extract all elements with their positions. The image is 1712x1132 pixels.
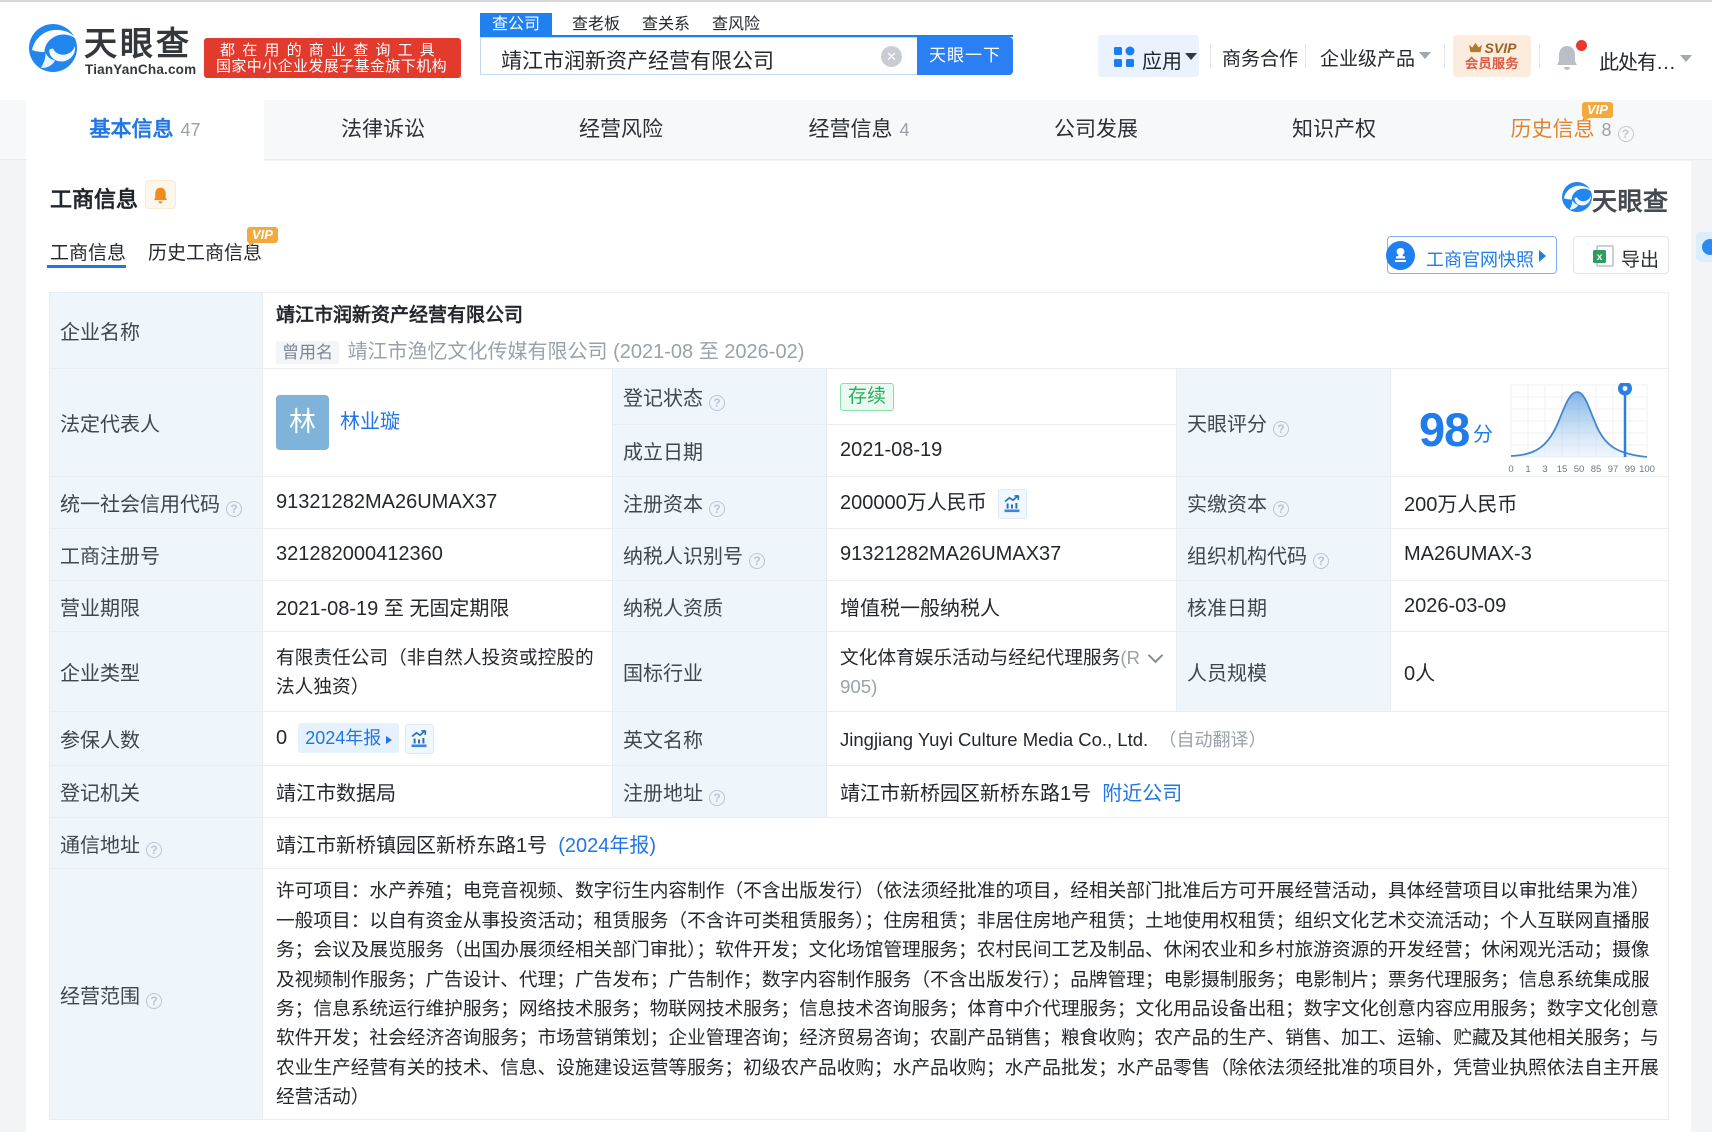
svg-text:3: 3 — [1542, 464, 1547, 475]
svg-text:97: 97 — [1608, 464, 1619, 475]
svg-text:100: 100 — [1639, 464, 1655, 475]
svg-text:99: 99 — [1625, 464, 1636, 475]
svg-text:15: 15 — [1557, 464, 1568, 475]
svg-text:1: 1 — [1525, 464, 1530, 475]
svg-text:50: 50 — [1574, 464, 1585, 475]
svg-text:0: 0 — [1508, 464, 1513, 475]
svg-text:x: x — [1597, 252, 1603, 263]
svg-text:85: 85 — [1591, 464, 1602, 475]
